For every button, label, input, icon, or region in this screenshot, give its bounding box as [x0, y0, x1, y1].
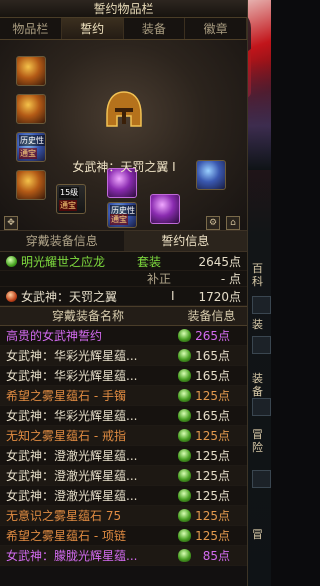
side-button-2[interactable]: [252, 336, 271, 354]
side-label-equip[interactable]: 装: [252, 318, 271, 331]
armor-icon[interactable]: ⌂: [226, 216, 240, 230]
equipment-name: 女武神：华彩光辉星蕴...: [6, 369, 138, 383]
side-label-encyclopedia[interactable]: 百科: [252, 262, 271, 288]
tab-badge[interactable]: 徽章: [185, 18, 247, 39]
tab-pledge-info[interactable]: 誓约信息: [123, 231, 247, 251]
side-label-adv[interactable]: 冒: [252, 528, 271, 541]
slot-wings[interactable]: [16, 56, 46, 86]
table-row[interactable]: 希望之雾星蕴石 - 项链 125点: [0, 526, 247, 546]
pledge-equipment-title: 女武神：天罚之翼 I: [72, 160, 176, 174]
table-row[interactable]: 高贵的女武神誓约 265点: [0, 326, 247, 346]
pledge-inventory-panel: 誓约物品栏 物品栏 誓约 装备 徽章 历史性 通宝 15级 通宝 历史性 通宝: [0, 0, 248, 586]
equipment-points: 125点: [195, 529, 230, 543]
table-row[interactable]: 女武神：澄澈光辉星蕴... 125点: [0, 446, 247, 466]
set-type: 套装: [137, 254, 162, 269]
table-row[interactable]: 女武神：华彩光辉星蕴... 165点: [0, 366, 247, 386]
pledge-item-name: 女武神：天罚之翼: [21, 289, 118, 304]
equipment-name: 无知之雾星蕴石 - 戒指: [6, 429, 126, 443]
equipment-name: 希望之雾星蕴石 - 项链: [6, 529, 126, 543]
set-info-row: 明光耀世之应龙 套装 2645点: [0, 252, 247, 271]
table-row[interactable]: 女武神：澄澈光辉星蕴... 125点: [0, 486, 247, 506]
equipment-name: 女武神：华彩光辉星蕴...: [6, 349, 138, 363]
table-row[interactable]: 希望之雾星蕴石 - 手镯 125点: [0, 386, 247, 406]
equipment-points: 125点: [195, 489, 230, 503]
table-row[interactable]: 女武神：华彩光辉星蕴... 165点: [0, 406, 247, 426]
set-bonus-icon: [178, 369, 191, 382]
table-row[interactable]: 无意识之雾星蕴石 75 125点: [0, 506, 247, 526]
equipment-points: 125点: [195, 469, 230, 483]
info-subtabs: 穿戴装备信息 誓约信息: [0, 230, 247, 252]
set-bonus-icon: [178, 489, 191, 502]
set-bonus-icon: [178, 549, 191, 562]
main-tabs: 物品栏 誓约 装备 徽章: [0, 18, 247, 40]
table-row[interactable]: 无知之雾星蕴石 - 戒指 125点: [0, 426, 247, 446]
set-bonus-icon: [178, 329, 191, 342]
slot-ring[interactable]: 15级 通宝: [56, 184, 86, 214]
equipment-name: 女武神：澄澈光辉星蕴...: [6, 489, 138, 503]
pledge-item-row: 女武神：天罚之翼 I 1720点: [0, 287, 247, 306]
col-equipment-info: 装备信息: [187, 309, 236, 323]
table-row[interactable]: 女武神：澄澈光辉星蕴... 125点: [0, 466, 247, 486]
equipment-list: 高贵的女武神誓约 265点 女武神：华彩光辉星蕴... 165点 女武神：华彩光辉星蕴.…: [0, 326, 247, 566]
set-bonus-icon: [178, 469, 191, 482]
set-points: 2645点: [198, 254, 241, 269]
col-equipment-name: 穿戴装备名称: [51, 309, 124, 323]
set-name: 明光耀世之应龙: [21, 254, 106, 269]
equipment-points: 125点: [195, 449, 230, 463]
set-bonus-icon: [178, 389, 191, 402]
bonus-label: 补正: [147, 272, 172, 286]
tab-inventory[interactable]: 物品栏: [0, 18, 62, 39]
set-bonus-icon: [178, 449, 191, 462]
equipment-name: 女武神：朦胧光辉星蕴...: [6, 549, 138, 563]
list-header: 穿戴装备名称 装备信息: [0, 306, 247, 326]
set-bonus-icon: [178, 349, 191, 362]
set-bonus-icon: [178, 429, 191, 442]
slot-bracelet[interactable]: 历史性 通宝: [107, 202, 137, 228]
equipment-name: 女武神：华彩光辉星蕴...: [6, 409, 138, 423]
equipment-name: 希望之雾星蕴石 - 手镯: [6, 389, 126, 403]
equipment-points: 165点: [195, 349, 230, 363]
equipment-name: 高贵的女武神誓约: [6, 329, 103, 343]
equipment-points: 125点: [195, 509, 230, 523]
tab-pledge[interactable]: 誓约: [61, 18, 124, 39]
equipment-name: 女武神：澄澈光辉星蕴...: [6, 469, 138, 483]
pledge-item-points: 1720点: [198, 289, 241, 304]
pledge-item-level: I: [171, 289, 175, 303]
table-row[interactable]: 女武神：华彩光辉星蕴... 165点: [0, 346, 247, 366]
side-button-4[interactable]: [252, 470, 271, 488]
pledge-gem-icon: [6, 290, 17, 302]
helmet-icon: [106, 91, 142, 127]
set-bonus-icon: [178, 529, 191, 542]
slot-tag-tongbao: 通宝: [110, 214, 128, 225]
side-label-adventure[interactable]: 冒险: [252, 428, 271, 454]
side-button-1[interactable]: [252, 296, 271, 314]
equipment-slots-area: 历史性 通宝 15级 通宝 历史性 通宝 女武神：天罚之翼 I ✥ ⚙ ⌂: [0, 40, 247, 230]
equipment-points: 265点: [195, 329, 230, 343]
slot-tag: 历史性: [19, 135, 45, 146]
set-bonus-icon: [178, 509, 191, 522]
side-label-equipment[interactable]: 装备: [252, 372, 271, 398]
move-icon[interactable]: ✥: [4, 216, 18, 230]
bonus-value: - 点: [220, 272, 241, 286]
settings-icon[interactable]: ⚙: [206, 216, 220, 230]
slot-tag-tongbao: 通宝: [59, 200, 77, 211]
slot-gem[interactable]: [150, 194, 180, 224]
tab-worn-equipment-info[interactable]: 穿戴装备信息: [0, 231, 124, 251]
equipment-points: 85点: [202, 549, 230, 563]
set-gem-icon: [6, 255, 17, 267]
equipment-points: 165点: [195, 369, 230, 383]
equipment-name: 女武神：澄澈光辉星蕴...: [6, 449, 138, 463]
tab-equipment[interactable]: 装备: [124, 18, 186, 39]
equipment-name: 无意识之雾星蕴石 75: [6, 509, 122, 523]
bonus-row: 补正 - 点: [0, 271, 247, 287]
equipment-points: 125点: [195, 389, 230, 403]
equipment-points: 165点: [195, 409, 230, 423]
table-row[interactable]: 女武神：朦胧光辉星蕴... 85点: [0, 546, 247, 566]
equipment-points: 125点: [195, 429, 230, 443]
window-title: 誓约物品栏: [0, 0, 247, 18]
slot-tag: 15级: [59, 187, 80, 198]
slot-weapon[interactable]: [16, 94, 46, 124]
set-bonus-icon: [178, 409, 191, 422]
side-button-3[interactable]: [252, 398, 271, 416]
